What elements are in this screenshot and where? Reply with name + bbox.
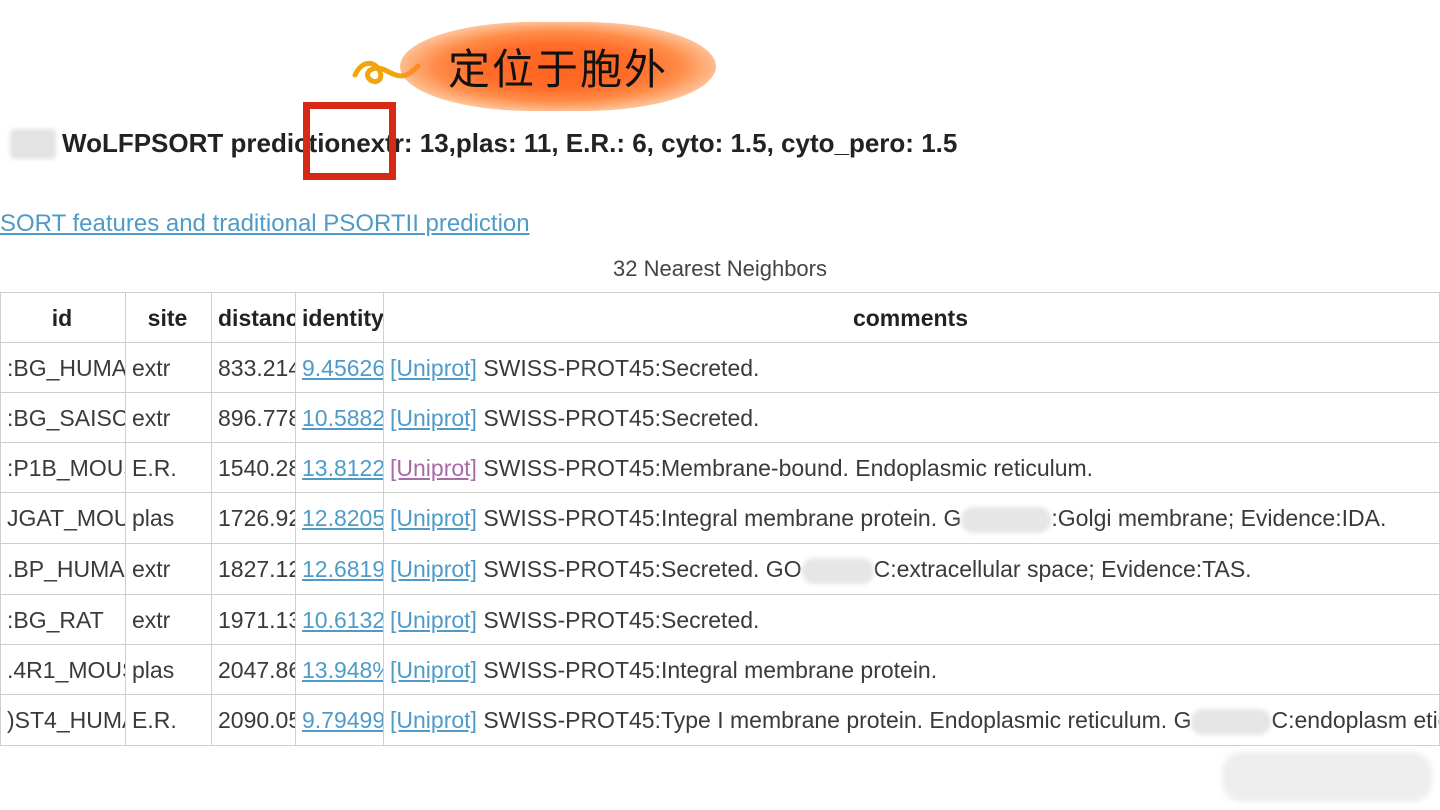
identity-link[interactable]: 12.6819% (302, 556, 384, 582)
cell-site: E.R. (126, 443, 212, 493)
cell-identity: 9.45626% (296, 343, 384, 393)
uniprot-link[interactable]: [Uniprot] (390, 707, 477, 733)
cell-identity: 10.5882% (296, 393, 384, 443)
uniprot-link[interactable]: [Uniprot] (390, 455, 477, 481)
censored-block (961, 507, 1051, 533)
watermark-blur (1222, 752, 1432, 802)
cell-identity: 13.948% (296, 644, 384, 694)
cell-distance: 1540.28 (212, 443, 296, 493)
comment-text: SWISS-PROT45:Secreted. GO (483, 556, 801, 582)
comment-text: SWISS-PROT45:Secreted. (483, 405, 759, 431)
cell-id: :BG_HUMAN (1, 343, 126, 393)
uniprot-link[interactable]: [Uniprot] (390, 405, 477, 431)
identity-link[interactable]: 13.8122% (302, 455, 384, 481)
cell-id: .BP_HUMAN (1, 543, 126, 594)
comment-text: SWISS-PROT45:Membrane-bound. Endoplasmic… (483, 455, 1093, 481)
col-id: id (1, 293, 126, 343)
cell-site: plas (126, 493, 212, 544)
uniprot-link[interactable]: [Uniprot] (390, 607, 477, 633)
censored-block (10, 129, 56, 159)
annotation-callout: 定位于胞外 (400, 22, 716, 111)
psort-features-link[interactable]: SORT features and traditional PSORTII pr… (0, 210, 530, 238)
cell-identity: 9.79499% (296, 694, 384, 745)
cell-identity: 10.6132% (296, 594, 384, 644)
identity-link[interactable]: 12.8205% (302, 505, 384, 531)
neighbors-table: id site distance identity comments :BG_H… (0, 292, 1440, 746)
comment-text: SWISS-PROT45:Secreted. (483, 607, 759, 633)
cell-distance: 833.214 (212, 343, 296, 393)
cell-distance: 1726.92 (212, 493, 296, 544)
col-site: site (126, 293, 212, 343)
comment-text: C:endoplasm eticulum Evidence:T (1271, 707, 1439, 733)
cell-comments: [Uniprot] SWISS-PROT45:Secreted. GO C:ext… (384, 543, 1440, 594)
cell-comments: [Uniprot] SWISS-PROT45:Integral membrane… (384, 493, 1440, 544)
comment-text: SWISS-PROT45:Secreted. (483, 355, 759, 381)
prediction-prefix: WoLFPSORT prediction (62, 128, 356, 159)
comment-text: SWISS-PROT45:Integral membrane protein. … (483, 505, 961, 531)
cell-site: E.R. (126, 694, 212, 745)
prediction-rest: plas: 11, E.R.: 6, cyto: 1.5, cyto_pero:… (456, 128, 957, 159)
cell-comments: [Uniprot] SWISS-PROT45:Secreted. (384, 343, 1440, 393)
cell-distance: 1827.12 (212, 543, 296, 594)
cell-comments: [Uniprot] SWISS-PROT45:Secreted. (384, 594, 1440, 644)
cell-identity: 12.6819% (296, 543, 384, 594)
uniprot-link[interactable]: [Uniprot] (390, 657, 477, 683)
uniprot-link[interactable]: [Uniprot] (390, 556, 477, 582)
identity-link[interactable]: 9.79499% (302, 707, 384, 733)
comment-text: SWISS-PROT45:Integral membrane protein. (483, 657, 937, 683)
prediction-line: WoLFPSORT prediction extr: 13, plas: 11,… (10, 128, 957, 159)
uniprot-link[interactable]: [Uniprot] (390, 355, 477, 381)
cell-distance: 2047.86 (212, 644, 296, 694)
identity-link[interactable]: 9.45626% (302, 355, 384, 381)
table-header-row: id site distance identity comments (1, 293, 1440, 343)
cell-comments: [Uniprot] SWISS-PROT45:Membrane-bound. E… (384, 443, 1440, 493)
cell-comments: [Uniprot] SWISS-PROT45:Secreted. (384, 393, 1440, 443)
censored-block (802, 558, 874, 584)
table-row: :BG_RATextr1971.1310.6132%[Uniprot] SWIS… (1, 594, 1440, 644)
identity-link[interactable]: 10.6132% (302, 607, 384, 633)
cell-distance: 2090.05 (212, 694, 296, 745)
cell-id: .4R1_MOUSE (1, 644, 126, 694)
table-row: :BG_HUMANextr833.2149.45626%[Uniprot] SW… (1, 343, 1440, 393)
cell-site: plas (126, 644, 212, 694)
table-row: )ST4_HUMANE.R.2090.059.79499%[Uniprot] S… (1, 694, 1440, 745)
neighbors-caption: 32 Nearest Neighbors (0, 256, 1440, 282)
page-root: 定位于胞外 WoLFPSORT prediction extr: 13, pla… (0, 0, 1440, 810)
comment-text: C:extracellular space; Evidence:TAS. (874, 556, 1252, 582)
cell-site: extr (126, 543, 212, 594)
comment-text: SWISS-PROT45:Type I membrane protein. En… (483, 707, 1191, 733)
cell-id: :BG_SAISC (1, 393, 126, 443)
cell-id: JGAT_MOUSE (1, 493, 126, 544)
cell-site: extr (126, 343, 212, 393)
table-row: JGAT_MOUSEplas1726.9212.8205%[Uniprot] S… (1, 493, 1440, 544)
cell-id: )ST4_HUMAN (1, 694, 126, 745)
cell-id: :BG_RAT (1, 594, 126, 644)
table-row: :BG_SAISCextr896.77810.5882%[Uniprot] SW… (1, 393, 1440, 443)
table-row: .BP_HUMANextr1827.1212.6819%[Uniprot] SW… (1, 543, 1440, 594)
col-comments: comments (384, 293, 1440, 343)
cell-site: extr (126, 594, 212, 644)
cell-distance: 1971.13 (212, 594, 296, 644)
col-distance: distance (212, 293, 296, 343)
identity-link[interactable]: 13.948% (302, 657, 384, 683)
cell-identity: 13.8122% (296, 443, 384, 493)
cell-site: extr (126, 393, 212, 443)
cell-distance: 896.778 (212, 393, 296, 443)
uniprot-link[interactable]: [Uniprot] (390, 505, 477, 531)
cell-comments: [Uniprot] SWISS-PROT45:Type I membrane p… (384, 694, 1440, 745)
cell-comments: [Uniprot] SWISS-PROT45:Integral membrane… (384, 644, 1440, 694)
table-row: :P1B_MOUSEE.R.1540.2813.8122%[Uniprot] S… (1, 443, 1440, 493)
censored-block (1191, 709, 1271, 735)
cell-id: :P1B_MOUSE (1, 443, 126, 493)
comment-text: :Golgi membrane; Evidence:IDA. (1051, 505, 1386, 531)
table-row: .4R1_MOUSEplas2047.8613.948%[Uniprot] SW… (1, 644, 1440, 694)
identity-link[interactable]: 10.5882% (302, 405, 384, 431)
col-identity: identity (296, 293, 384, 343)
prediction-boxed-value: extr: 13, (356, 128, 456, 159)
cell-identity: 12.8205% (296, 493, 384, 544)
